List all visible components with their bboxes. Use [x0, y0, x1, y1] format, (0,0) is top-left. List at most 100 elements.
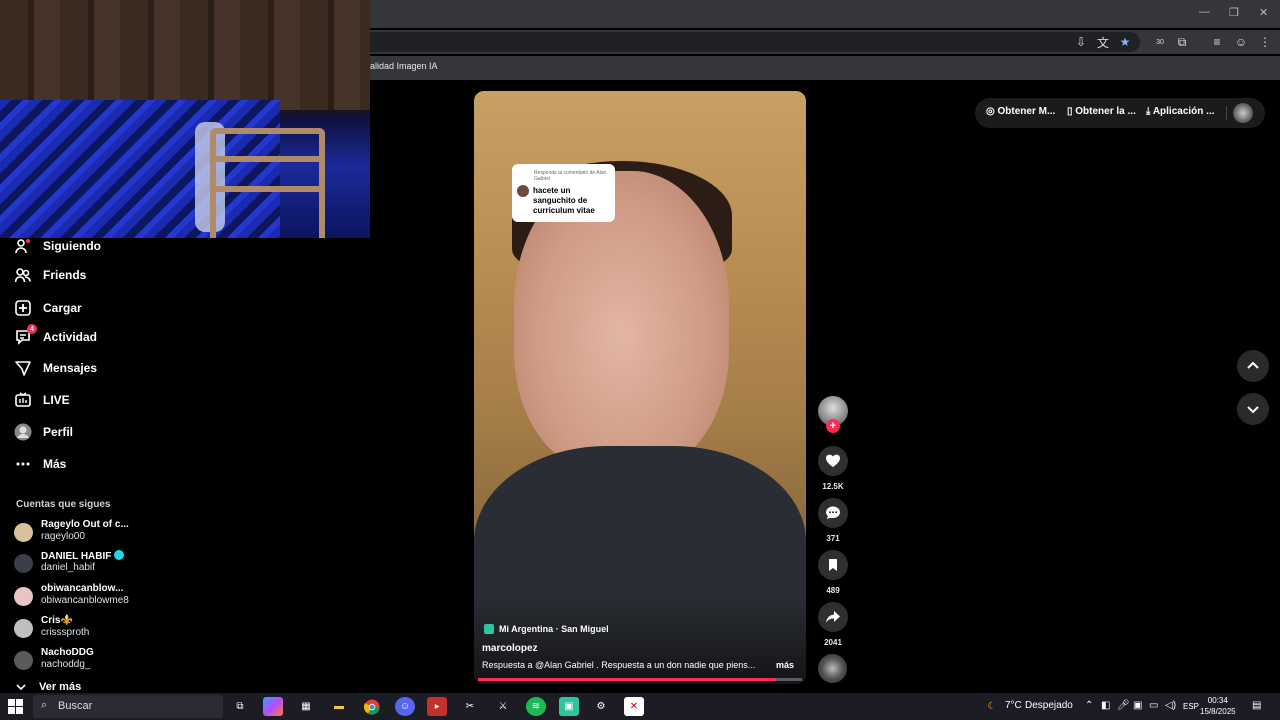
- avatar[interactable]: [1233, 103, 1253, 123]
- taskbar-search[interactable]: ⌕ Buscar: [33, 695, 223, 718]
- app-icon[interactable]: ▣: [559, 697, 579, 716]
- extension-badge[interactable]: 30: [1152, 34, 1168, 50]
- settings-icon[interactable]: ⚙: [591, 697, 611, 716]
- followed-account[interactable]: Cris⚜️ crisssproth: [14, 615, 214, 641]
- get-coins-label: Obtener M...: [997, 106, 1056, 117]
- followed-account[interactable]: obiwancanblow... obiwancanblowme8: [14, 583, 214, 609]
- like-count: 12.5K: [822, 482, 844, 491]
- share-action[interactable]: 2041: [818, 602, 848, 647]
- sidebar-item-label: Perfil: [43, 425, 74, 439]
- next-video-button[interactable]: [1237, 393, 1269, 425]
- task-view-icon[interactable]: ⧉: [230, 697, 250, 716]
- chevron-down-icon: [1247, 406, 1259, 414]
- volume-icon[interactable]: ◁): [1165, 700, 1176, 711]
- restore-icon[interactable]: ❐: [1229, 6, 1239, 19]
- browser-menu-icon[interactable]: ⋮: [1257, 34, 1273, 50]
- windows-start-icon[interactable]: [8, 699, 23, 714]
- bookmark-icon[interactable]: [818, 550, 848, 580]
- clock-date: 15/8/2025: [1200, 707, 1236, 716]
- account-name: NachoDDG: [41, 647, 94, 658]
- minimize-icon[interactable]: —: [1199, 6, 1210, 18]
- account-handle: rageylo00: [41, 531, 85, 542]
- sidebar-item-messages[interactable]: Mensajes: [14, 357, 97, 379]
- app-icon[interactable]: ▶: [427, 697, 447, 716]
- bookmark-star-icon[interactable]: ★: [1117, 34, 1133, 50]
- followed-account[interactable]: DANIEL HABIF daniel_habif: [14, 550, 214, 576]
- weather-temp[interactable]: 7°C: [1005, 700, 1022, 711]
- save-action[interactable]: 489: [818, 550, 848, 595]
- sidebar-item-label: Siguiendo: [43, 239, 101, 253]
- like-action[interactable]: 12.5K: [818, 446, 848, 491]
- install-app-icon[interactable]: ⇩: [1073, 34, 1089, 50]
- app-icon[interactable]: ▦: [296, 697, 316, 716]
- followed-account[interactable]: NachoDDG nachoddg_: [14, 647, 214, 673]
- reply-comment-sticker: Responde al comentario de Alan Gabriel h…: [512, 164, 615, 222]
- comment-action[interactable]: 371: [818, 498, 848, 543]
- app-icon[interactable]: ⚔: [493, 697, 513, 716]
- sidebar-item-profile[interactable]: Perfil: [14, 421, 73, 443]
- translate-icon[interactable]: 文: [1095, 34, 1111, 50]
- activity-icon: 4: [14, 324, 37, 346]
- sidebar-item-label: Friends: [43, 268, 87, 282]
- search-placeholder: Buscar: [58, 700, 93, 712]
- messages-icon: [14, 359, 32, 377]
- sidebar-item-activity[interactable]: 4 Actividad: [14, 324, 97, 348]
- media-control-icon[interactable]: ≡: [1209, 34, 1225, 50]
- weather-icon: ☾: [987, 701, 997, 712]
- more-link[interactable]: más: [776, 660, 794, 670]
- reply-header: Responde al comentario de Alan Gabriel: [534, 170, 607, 182]
- address-bar-row: ⇩ 文 ★ 30 ⧉ ≡ ☺ ⋮: [370, 30, 1280, 54]
- sidebar-item-more[interactable]: Más: [14, 453, 66, 475]
- heart-icon[interactable]: [818, 446, 848, 476]
- follow-plus-icon[interactable]: +: [826, 419, 840, 433]
- network-icon[interactable]: ▭: [1149, 700, 1158, 711]
- file-explorer-icon[interactable]: ▬: [329, 697, 349, 716]
- bookmark-item[interactable]: alidad Imagen IA: [370, 61, 438, 71]
- chrome-icon[interactable]: [362, 697, 382, 716]
- get-app-button[interactable]: ▯ Obtener la ...: [1067, 106, 1136, 117]
- avatar: [14, 587, 33, 606]
- tray-app-icon[interactable]: ▣: [1133, 700, 1142, 711]
- chevron-up-icon[interactable]: ⌃: [1085, 700, 1093, 711]
- avatar: [517, 185, 529, 197]
- desktop-app-button[interactable]: ⤓ Aplicación ...: [1146, 106, 1215, 117]
- close-icon[interactable]: ✕: [1259, 6, 1268, 19]
- video-progress-fill: [478, 678, 777, 681]
- get-coins-button[interactable]: ◎ Obtener M...: [986, 106, 1055, 117]
- share-icon[interactable]: [818, 602, 848, 632]
- sidebar-item-upload[interactable]: Cargar: [14, 297, 82, 319]
- tray-app-icon[interactable]: ◧: [1101, 700, 1110, 711]
- see-more-label: Ver más: [39, 681, 82, 693]
- sidebar-item-live[interactable]: LIVE: [14, 389, 70, 411]
- sidebar-item-friends[interactable]: Friends: [14, 264, 86, 286]
- capcut-icon[interactable]: ✂: [460, 697, 480, 716]
- copilot-icon[interactable]: [263, 697, 283, 716]
- windows-taskbar: ⌕ Buscar ⧉ ▦ ▬ ☺ ▶ ✂ ⚔ ≋ ▣ ⚙ ✕ ☾ 7°C Des…: [0, 693, 1280, 720]
- previous-video-button[interactable]: [1237, 350, 1269, 382]
- address-field[interactable]: [370, 32, 1140, 52]
- app-icon[interactable]: ✕: [624, 697, 644, 716]
- video-author[interactable]: marcolopez: [482, 643, 538, 654]
- video-progress-bar[interactable]: [478, 678, 802, 681]
- notifications-icon[interactable]: ▤: [1252, 700, 1261, 711]
- clock-time: 00:34: [1207, 696, 1228, 705]
- followed-account[interactable]: Rageylo Out of c... rageylo00: [14, 519, 214, 545]
- video-player[interactable]: Responde al comentario de Alan Gabriel h…: [474, 91, 806, 684]
- language-indicator[interactable]: ESP: [1183, 702, 1199, 711]
- more-icon: [14, 455, 32, 473]
- location-tag[interactable]: Mi Argentina · San Miguel: [484, 624, 609, 634]
- clock[interactable]: 00:34 15/8/2025: [1200, 695, 1236, 717]
- weather-desc[interactable]: Despejado: [1025, 700, 1073, 711]
- sidebar-item-following[interactable]: Siguiendo: [14, 235, 101, 257]
- extensions-icon[interactable]: ⧉: [1174, 34, 1190, 50]
- location-pin-icon: [484, 624, 494, 634]
- desktop-app-label: Aplicación ...: [1152, 106, 1215, 117]
- microphone-icon[interactable]: 🎤︎: [1117, 700, 1130, 711]
- search-icon: ⌕: [41, 699, 48, 711]
- profile-avatar-icon[interactable]: ☺: [1233, 34, 1249, 50]
- sidebar-item-label: LIVE: [43, 393, 70, 407]
- sound-disc-icon[interactable]: [818, 654, 847, 683]
- spotify-icon[interactable]: ≋: [526, 697, 546, 716]
- comment-icon[interactable]: [818, 498, 848, 528]
- discord-icon[interactable]: ☺: [395, 697, 415, 716]
